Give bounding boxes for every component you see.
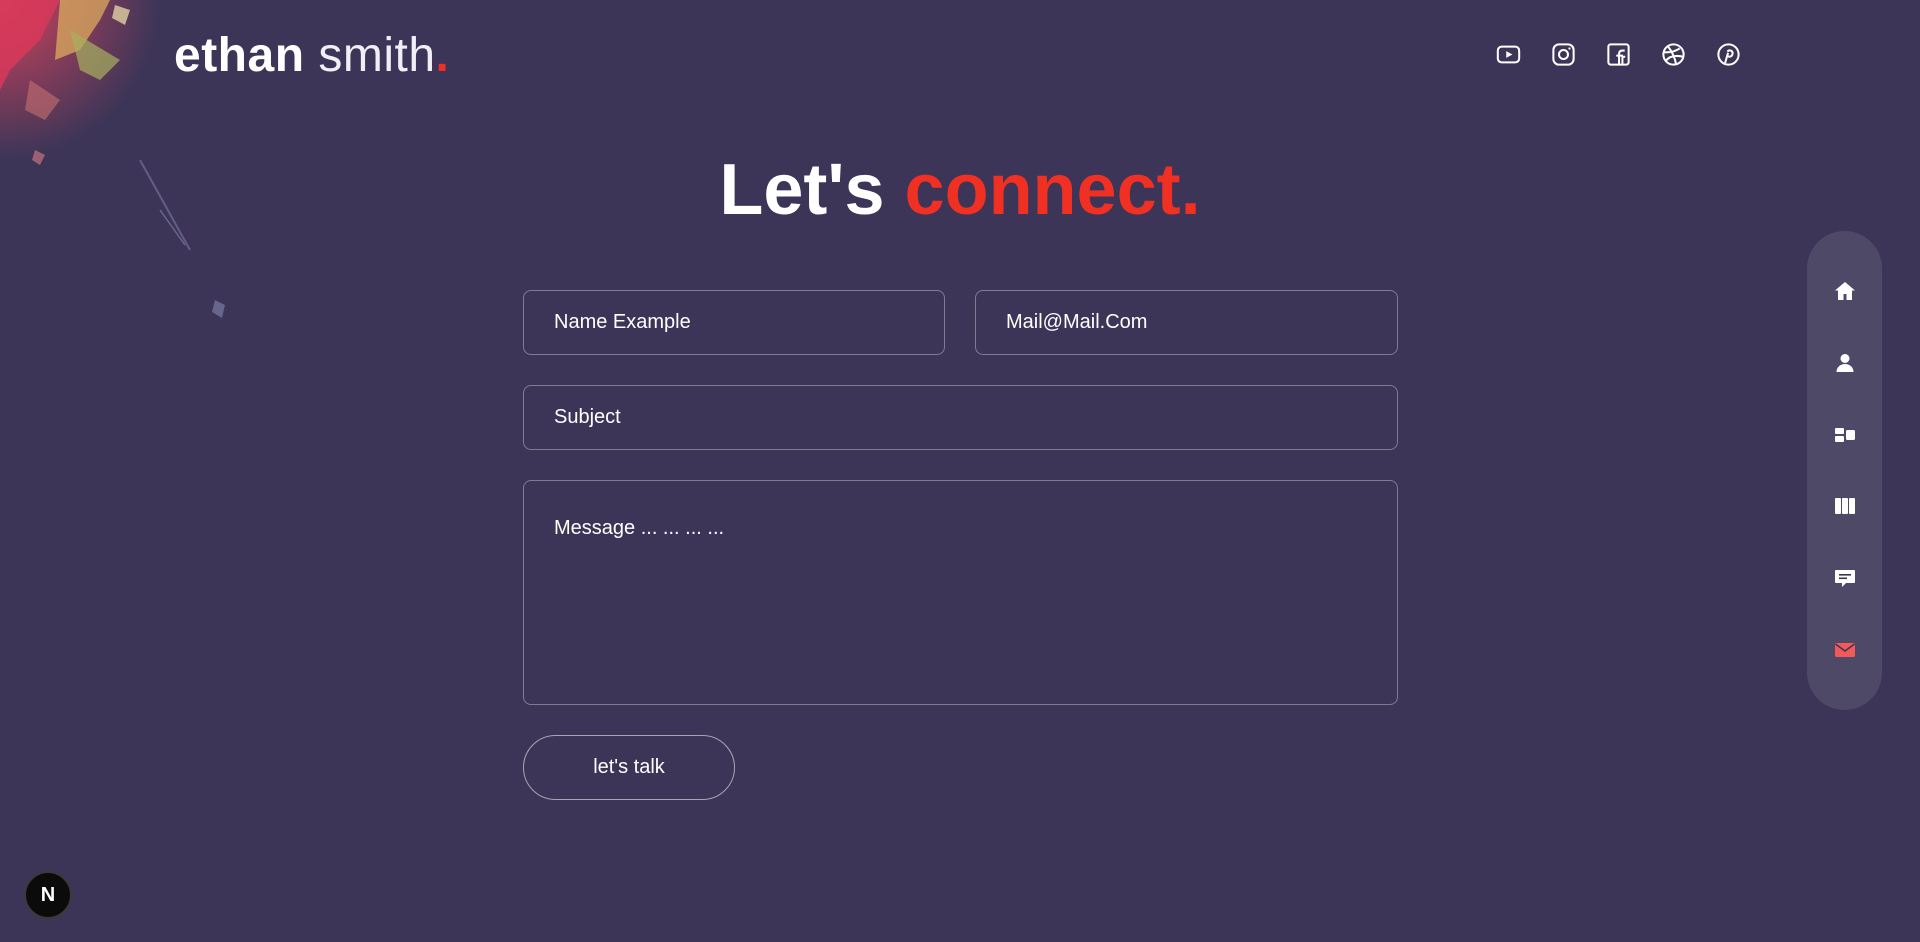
email-input[interactable]: [975, 290, 1398, 355]
title-accent: connect.: [904, 150, 1201, 230]
dribbble-icon[interactable]: [1659, 40, 1687, 68]
contact-page: ethan smith. Let's connect. Name Example…: [0, 0, 1920, 942]
name-input[interactable]: [523, 290, 945, 355]
next-badge-label: N: [40, 883, 56, 906]
youtube-icon[interactable]: [1494, 40, 1522, 68]
facebook-icon[interactable]: [1604, 40, 1632, 68]
nav-services[interactable]: [1825, 415, 1865, 455]
next-badge[interactable]: N: [24, 871, 72, 919]
testimonials-icon: [1834, 570, 1855, 588]
nav-work[interactable]: [1825, 486, 1865, 526]
subject-input[interactable]: [523, 385, 1398, 450]
home-icon: [1834, 282, 1855, 300]
lets-talk-button[interactable]: let's talk: [523, 735, 735, 800]
services-icon: [1834, 427, 1855, 442]
user-icon: [1836, 353, 1853, 372]
nav-contact[interactable]: [1825, 630, 1865, 670]
pinterest-icon[interactable]: [1714, 40, 1742, 68]
title-plain: Let's: [719, 150, 905, 230]
nav-about[interactable]: [1825, 343, 1865, 383]
logo-last-name: smith: [318, 29, 436, 82]
work-icon: [1834, 498, 1855, 515]
site-logo[interactable]: ethan smith.: [174, 28, 449, 84]
contact-icon: [1834, 642, 1855, 657]
social-links: [1494, 40, 1742, 68]
message-textarea[interactable]: [523, 480, 1398, 705]
instagram-icon[interactable]: [1549, 40, 1577, 68]
nav-home[interactable]: [1825, 271, 1865, 311]
logo-dot: .: [435, 29, 450, 82]
side-navigation: [1807, 231, 1882, 710]
logo-first-name: ethan: [174, 29, 305, 82]
page-title: Let's connect.: [0, 148, 1920, 232]
nav-testimonials[interactable]: [1825, 558, 1865, 598]
